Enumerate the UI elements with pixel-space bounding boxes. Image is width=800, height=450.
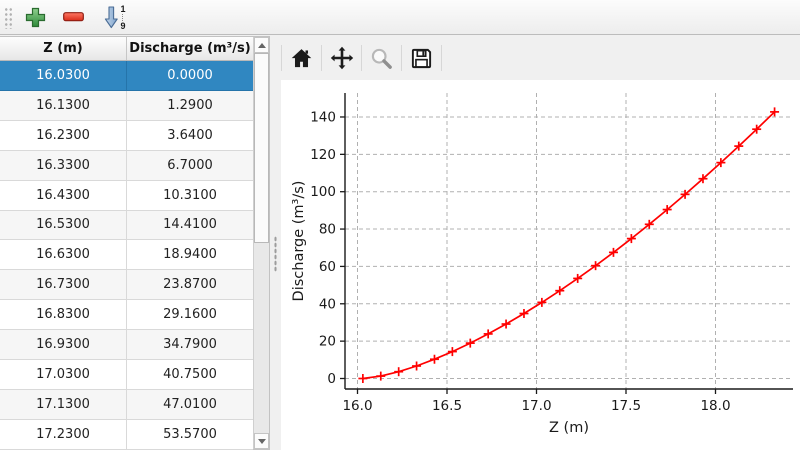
table-cell[interactable]: 16.0300 [0,61,127,90]
table-cell[interactable]: 3.6400 [127,121,253,150]
table-cell[interactable]: 6.7000 [127,151,253,180]
sort-rows-button[interactable]: 1 9 [96,3,134,31]
table-cell[interactable]: 40.7500 [127,360,253,389]
table-cell[interactable]: 16.3300 [0,151,127,180]
table-cell[interactable]: 16.4300 [0,181,127,210]
sort-digit-one: 1 [120,5,125,13]
scrollbar-thumb[interactable] [254,53,269,243]
table-cell[interactable]: 17.0300 [0,360,127,389]
svg-text:Discharge (m³/s): Discharge (m³/s) [291,181,307,302]
magnifier-icon [370,47,393,70]
svg-text:17.5: 17.5 [611,398,641,414]
splitter-grip-icon [274,236,277,272]
table-cell[interactable]: 17.1300 [0,390,127,419]
sort-dots [122,14,123,21]
remove-row-button[interactable] [58,3,88,31]
main-toolbar: 1 9 [0,0,800,35]
plot-panel: 16.0 16.5 17.0 17.5 18.0 0 20 40 60 80 100 120 140 Z … [281,36,800,450]
add-row-button[interactable] [20,3,50,31]
svg-text:120: 120 [310,147,336,163]
table-row[interactable]: 16.33006.7000 [0,151,253,181]
table-cell[interactable]: 34.7900 [127,330,253,359]
rating-curve-table-panel: Z (m) Discharge (m³/s) 16.03000.000016.1… [0,36,270,450]
table-cell[interactable]: 16.2300 [0,121,127,150]
table-cell[interactable]: 1.2900 [127,91,253,120]
panel-splitter[interactable] [270,36,281,450]
table-cell[interactable]: 18.9400 [127,240,253,269]
table-row[interactable]: 16.630018.9400 [0,240,253,270]
svg-text:16.0: 16.0 [342,398,372,414]
plot-toolbar [281,36,800,80]
home-icon [290,47,313,70]
figure-area: 16.0 16.5 17.0 17.5 18.0 0 20 40 60 80 100 120 140 Z … [281,80,800,450]
svg-text:18.0: 18.0 [700,398,730,414]
table-cell[interactable]: 17.2300 [0,420,127,449]
svg-text:80: 80 [319,222,336,238]
table-row[interactable]: 16.930034.7900 [0,330,253,360]
table-row[interactable]: 16.430010.3100 [0,181,253,211]
plot-pan-button[interactable] [322,40,361,76]
table-cell[interactable]: 16.7300 [0,270,127,299]
minus-icon [63,12,84,22]
table-cell[interactable]: 53.5700 [127,420,253,449]
svg-text:60: 60 [319,259,336,275]
table-cell[interactable]: 16.1300 [0,91,127,120]
table-row[interactable]: 16.730023.8700 [0,270,253,300]
table-row[interactable]: 17.030040.7500 [0,360,253,390]
toolbar-separator [441,45,442,71]
svg-text:16.5: 16.5 [432,398,462,414]
table-row[interactable]: 16.23003.6400 [0,121,253,151]
svg-text:17.0: 17.0 [521,398,551,414]
table-row[interactable]: 17.130047.0100 [0,390,253,420]
column-header-z[interactable]: Z (m) [0,37,127,60]
table-body: 16.03000.000016.13001.290016.23003.64001… [0,61,253,450]
table-cell[interactable]: 0.0000 [127,61,253,90]
scroll-up-button[interactable] [254,37,269,53]
floppy-save-icon [410,47,433,70]
table-row[interactable]: 16.03000.0000 [0,61,253,91]
plot-home-button[interactable] [282,40,321,76]
svg-text:20: 20 [319,334,336,350]
table-cell[interactable]: 16.9300 [0,330,127,359]
table-cell[interactable]: 47.0100 [127,390,253,419]
table-row[interactable]: 16.830029.1600 [0,300,253,330]
table-cell[interactable]: 16.6300 [0,240,127,269]
svg-text:140: 140 [310,109,336,125]
pan-arrows-icon [330,46,354,70]
svg-text:0: 0 [327,371,336,387]
table-cell[interactable]: 14.4100 [127,211,253,240]
toolbar-drag-handle[interactable] [3,6,12,29]
plus-icon [25,7,46,28]
svg-text:40: 40 [319,296,336,312]
table-row[interactable]: 17.230053.5700 [0,420,253,450]
table-header: Z (m) Discharge (m³/s) [0,37,269,61]
table-cell[interactable]: 29.1600 [127,300,253,329]
scroll-down-button[interactable] [254,433,269,449]
table-cell[interactable]: 16.5300 [0,211,127,240]
sort-digit-nine: 9 [120,22,125,30]
chart-canvas[interactable]: 16.0 16.5 17.0 17.5 18.0 0 20 40 60 80 100 120 140 Z … [281,80,800,450]
down-arrow-icon [258,439,266,444]
svg-text:100: 100 [310,184,336,200]
up-arrow-icon [258,43,266,48]
plot-save-button[interactable] [402,40,441,76]
table-scrollbar[interactable] [253,37,269,449]
plot-zoom-button[interactable] [362,40,401,76]
table-row[interactable]: 16.530014.4100 [0,211,253,241]
table-cell[interactable]: 16.8300 [0,300,127,329]
svg-text:Z (m): Z (m) [549,420,589,436]
table-cell[interactable]: 23.8700 [127,270,253,299]
table-row[interactable]: 16.13001.2900 [0,91,253,121]
sort-ascending-icon [104,6,119,29]
column-header-discharge[interactable]: Discharge (m³/s) [127,37,253,60]
table-cell[interactable]: 10.3100 [127,181,253,210]
